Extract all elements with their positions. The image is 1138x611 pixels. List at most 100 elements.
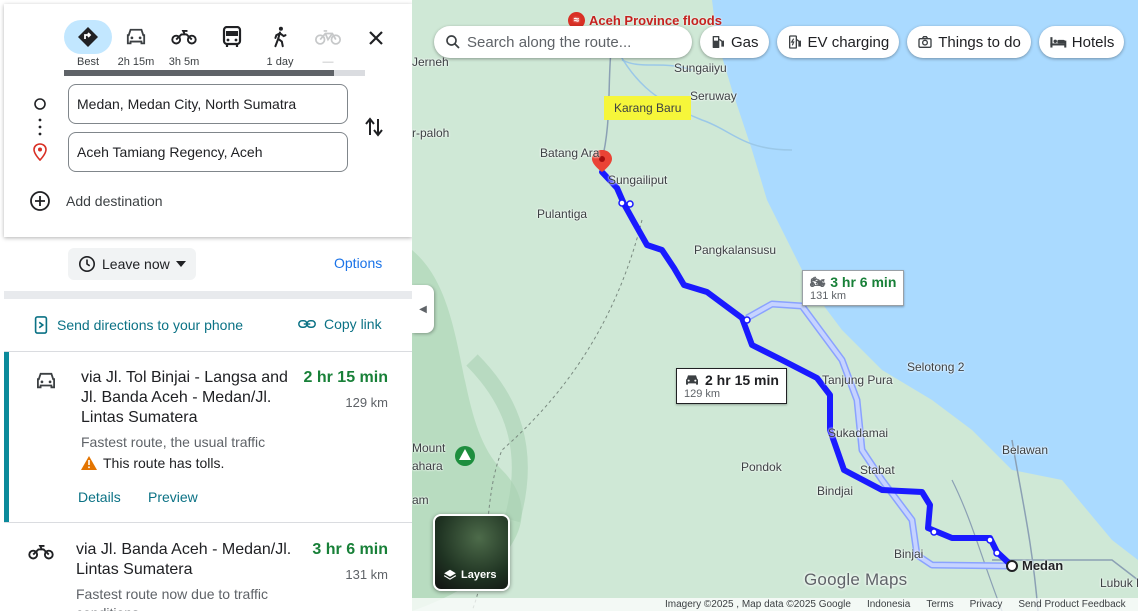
add-destination-button[interactable]: Add destination [29, 190, 163, 212]
region-link[interactable]: Indonesia [867, 599, 910, 610]
copy-link-button[interactable]: Copy link [298, 316, 382, 332]
place-label: Bindjai [817, 484, 854, 498]
place-label: Selotong 2 [907, 360, 965, 374]
collapse-panel-button[interactable]: ◀ [412, 285, 434, 333]
car-icon [37, 372, 55, 389]
travel-mode-tabs: Best 2h 15m 3h 5m 1 day — [64, 20, 352, 69]
place-label: Pondok [741, 460, 782, 474]
close-icon [369, 31, 383, 45]
place-label: Batang Ara [540, 146, 600, 160]
place-label: Belawan [1002, 443, 1049, 457]
ev-charger-icon [788, 35, 801, 49]
destination-pin-icon [33, 143, 47, 161]
google-maps-logo: Google Maps [804, 570, 908, 589]
place-label: Sungailiput [608, 173, 668, 187]
place-label: Sukadamai [828, 426, 889, 440]
swap-icon [365, 117, 383, 137]
clock-icon [78, 255, 96, 273]
route-description-cont: conditions [76, 605, 139, 611]
destination-input[interactable]: Aceh Tamiang Regency, Aceh [68, 132, 348, 172]
map-base [412, 0, 1138, 611]
gas-station-icon [712, 36, 724, 48]
bed-icon [1050, 37, 1067, 48]
route-name: via Jl. Tol Binjai - Langsa and Jl. Band… [81, 369, 288, 426]
add-circle-icon [30, 191, 50, 211]
place-label: Pulantiga [537, 207, 588, 221]
car-icon [126, 28, 146, 45]
route-time: 2 hr 15 min [303, 369, 388, 386]
route-description: Fastest route, the usual traffic [81, 434, 266, 450]
map-canvas[interactable]: ≈ Aceh Province floods Jerneh Sungaiiyu … [412, 0, 1138, 611]
map-attribution: Imagery ©2025 , Map data ©2025 Google In… [412, 598, 1138, 611]
route-description: Fastest route now due to traffic [76, 586, 268, 602]
mode-transit[interactable] [208, 20, 256, 69]
privacy-link[interactable]: Privacy [970, 599, 1003, 610]
place-label-highlighted: Karang Baru [604, 96, 692, 120]
chevron-down-icon [175, 261, 186, 267]
place-label: Pangkalansusu [694, 243, 777, 257]
ev-charging-chip[interactable]: EV charging [776, 26, 900, 58]
motorcycle-icon [28, 544, 54, 560]
route-option-1[interactable]: via Jl. Tol Binjai - Langsa and Jl. Band… [4, 352, 412, 522]
map-chip-bar: Search along the route... Gas EV chargin… [434, 26, 1125, 58]
car-icon [686, 375, 698, 385]
walk-icon [274, 26, 287, 48]
place-label: Binjai [894, 547, 924, 561]
place-label: Seruway [690, 89, 737, 103]
origin-input[interactable]: Medan, Medan City, North Sumatra [68, 84, 348, 124]
mode-best[interactable]: Best [64, 20, 112, 69]
place-label: r-paloh [412, 126, 450, 140]
search-along-route-input[interactable]: Search along the route... [434, 26, 692, 58]
bicycle-icon [315, 30, 341, 45]
route-time: 3 hr 6 min [312, 541, 388, 558]
mode-walking[interactable]: 1 day [256, 20, 304, 69]
swap-button[interactable] [364, 116, 384, 143]
place-label-medan: Medan [1022, 558, 1064, 573]
things-to-do-chip[interactable]: Things to do [907, 26, 1031, 58]
origin-circle-icon [34, 98, 46, 110]
motorcycle-icon [171, 29, 197, 45]
warning-icon [81, 456, 97, 470]
place-label: ahara [412, 459, 443, 473]
route-option-2[interactable]: via Jl. Banda Aceh - Medan/Jl. Lintas Su… [4, 523, 412, 611]
place-label: Stabat [860, 463, 895, 477]
search-icon [446, 35, 460, 49]
terms-link[interactable]: Terms [926, 599, 953, 610]
layers-icon [443, 569, 457, 580]
send-to-phone-link[interactable]: Send directions to your phone [33, 316, 243, 334]
motorcycle-icon: 🏍 [810, 275, 826, 289]
route-distance: 131 km [345, 567, 388, 582]
section-divider [4, 291, 412, 299]
mode-cycling[interactable]: — [304, 20, 352, 69]
route-dots-icon [38, 118, 42, 136]
route-distance: 129 km [345, 395, 388, 410]
leave-now-dropdown[interactable]: Leave now [68, 248, 196, 280]
place-label: Lubuk F [1100, 576, 1138, 590]
alt-route-label[interactable]: 🏍 3 hr 6 min 131 km [802, 270, 905, 306]
details-button[interactable]: Details [78, 489, 121, 505]
close-directions-button[interactable] [364, 26, 388, 50]
attribution-text: Imagery ©2025 , Map data ©2025 Google [665, 599, 851, 610]
mode-driving[interactable]: 2h 15m [112, 20, 160, 69]
place-label: am [412, 493, 429, 507]
mode-motorcycle[interactable]: 3h 5m [160, 20, 208, 69]
chevron-left-icon: ◀ [419, 303, 427, 315]
main-route-label[interactable]: 2 hr 15 min 129 km [676, 368, 787, 404]
hotels-chip[interactable]: Hotels [1038, 26, 1125, 58]
mode-tab-indicator [64, 70, 365, 76]
bus-icon [222, 26, 242, 47]
origin-marker-icon [1006, 560, 1018, 572]
directions-header: Best 2h 15m 3h 5m 1 day — Medan, Medan C… [4, 4, 412, 237]
layers-button[interactable]: Layers [433, 514, 510, 591]
route-name: via Jl. Banda Aceh - Medan/Jl. Lintas Su… [76, 541, 292, 578]
gas-chip[interactable]: Gas [700, 26, 769, 58]
place-label: Mount [412, 441, 446, 455]
directions-panel: Best 2h 15m 3h 5m 1 day — Medan, Medan C… [0, 0, 412, 611]
options-button[interactable]: Options [334, 255, 382, 271]
place-label: Sungaiiyu [674, 61, 727, 75]
send-to-phone-icon [34, 316, 48, 334]
feedback-link[interactable]: Send Product Feedback [1018, 599, 1125, 610]
place-label: Tanjung Pura [822, 373, 893, 387]
preview-button[interactable]: Preview [148, 489, 198, 505]
directions-diamond-icon [78, 27, 98, 47]
